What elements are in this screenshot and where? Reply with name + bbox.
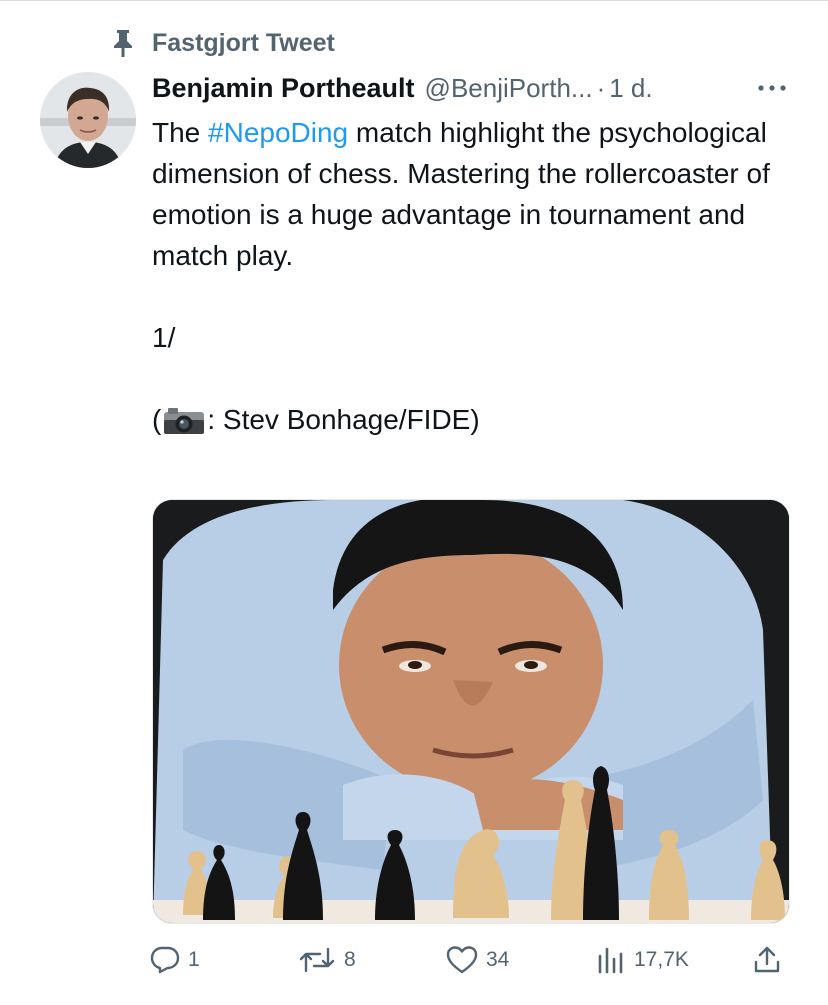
views-button[interactable]: 17,7K bbox=[596, 940, 689, 980]
retweet-button[interactable]: 8 bbox=[298, 940, 356, 980]
credit-text: : Stev Bonhage/FIDE) bbox=[207, 404, 480, 435]
more-options-icon[interactable] bbox=[752, 74, 792, 102]
reply-count: 1 bbox=[188, 948, 200, 971]
hashtag-link[interactable]: #NepoDing bbox=[208, 117, 348, 148]
separator-dot: · bbox=[596, 72, 606, 103]
heart-icon bbox=[446, 946, 478, 974]
avatar[interactable] bbox=[40, 72, 136, 168]
tweet-photo[interactable] bbox=[152, 499, 790, 924]
top-divider bbox=[0, 0, 828, 1]
pin-icon bbox=[108, 28, 138, 58]
timestamp[interactable]: 1 d. bbox=[609, 73, 652, 104]
credit-open: ( bbox=[152, 404, 162, 435]
reply-button[interactable]: 1 bbox=[150, 940, 200, 980]
action-bar: 1 8 34 17,7K bbox=[150, 940, 790, 980]
retweet-count: 8 bbox=[344, 948, 356, 971]
pinned-indicator: Fastgjort Tweet bbox=[108, 26, 335, 60]
pinned-label: Fastgjort Tweet bbox=[152, 28, 335, 57]
camera-icon bbox=[163, 405, 205, 446]
tweet-text: The #NepoDing match highlight the psycho… bbox=[152, 112, 792, 446]
author-handle[interactable]: @BenjiPorth... bbox=[425, 73, 593, 104]
views-icon bbox=[598, 947, 623, 974]
photo-credit: ( : Stev Bonhage/FIDE) bbox=[152, 399, 792, 446]
thread-marker: 1/ bbox=[152, 322, 176, 353]
share-button[interactable] bbox=[752, 940, 790, 980]
tweet-header: Benjamin Portheault @BenjiPorth... · 1 d… bbox=[152, 68, 792, 108]
tweet-paragraph: The #NepoDing match highlight the psycho… bbox=[152, 112, 792, 276]
tweet-text-lead: The bbox=[152, 117, 209, 148]
author-name[interactable]: Benjamin Portheault bbox=[152, 73, 415, 104]
like-button[interactable]: 34 bbox=[446, 940, 509, 980]
retweet-icon bbox=[299, 947, 335, 973]
views-count: 17,7K bbox=[634, 948, 689, 971]
like-count: 34 bbox=[486, 948, 510, 971]
share-icon bbox=[754, 946, 780, 973]
reply-icon bbox=[150, 946, 180, 974]
